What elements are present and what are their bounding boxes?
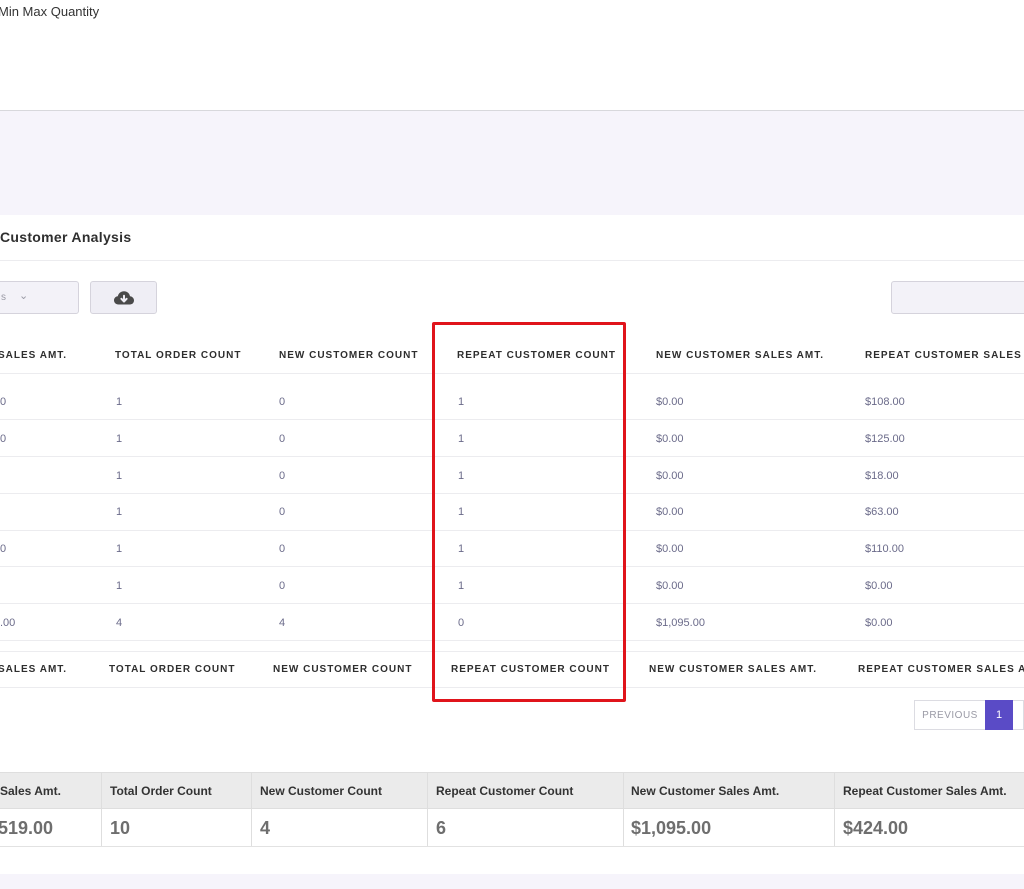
- chevron-down-icon: ⌄: [19, 290, 29, 302]
- rows-select-value: s: [1, 292, 6, 303]
- table-cell: 1: [116, 470, 123, 482]
- summary-header-new-customer-sales-amt: New Customer Sales Amt.: [631, 784, 780, 798]
- table-cell: 4: [116, 617, 123, 629]
- table-cell: 1: [116, 396, 123, 408]
- table-cell: $0.00: [656, 580, 684, 592]
- table-cell: 0: [279, 543, 286, 555]
- table-cell: $63.00: [865, 506, 899, 518]
- divider: [0, 846, 1024, 847]
- table-cell: 0: [0, 433, 7, 445]
- table-cell: 4: [279, 617, 286, 629]
- divider: [834, 772, 835, 847]
- table-cell: $18.00: [865, 470, 899, 482]
- divider: [427, 772, 428, 847]
- table-cell: 1: [116, 580, 123, 592]
- summary-header-repeat-customer-count: Repeat Customer Count: [436, 784, 574, 798]
- divider: [251, 772, 252, 847]
- table-cell: $125.00: [865, 433, 905, 445]
- cloud-download-icon: [113, 290, 134, 304]
- summary-value-repeat-customer-count: 6: [436, 818, 447, 838]
- table-cell: 0: [279, 396, 286, 408]
- table-cell: 0: [0, 396, 7, 408]
- table-cell: 0: [0, 543, 7, 555]
- table-cell: $0.00: [656, 506, 684, 518]
- summary-header-sales-amt: Sales Amt.: [0, 784, 61, 798]
- previous-page-button[interactable]: PREVIOUS: [914, 700, 985, 730]
- filter-band: [0, 111, 1024, 215]
- column-header-new-customer-sales-amt[interactable]: NEW CUSTOMER SALES AMT.: [656, 350, 824, 361]
- search-input[interactable]: [891, 281, 1024, 314]
- summary-value-new-customer-count: 4: [260, 818, 271, 838]
- summary-header-new-customer-count: New Customer Count: [260, 784, 383, 798]
- table-cell: 1: [116, 543, 123, 555]
- column-footer-repeat-customer-sales-amt: REPEAT CUSTOMER SALES AM: [858, 664, 1024, 675]
- page-heading: Min Max Quantity: [0, 4, 100, 19]
- footer-band: [0, 874, 1024, 889]
- summary-value-new-customer-sales-amt: $1,095.00: [631, 818, 712, 838]
- column-header-new-customer-count[interactable]: NEW CUSTOMER COUNT: [279, 350, 418, 361]
- table-cell: .00: [0, 617, 16, 629]
- column-header-repeat-customer-sales-amt[interactable]: REPEAT CUSTOMER SALES A: [865, 350, 1024, 361]
- divider: [0, 260, 1024, 261]
- summary-value-total-order-count: 10: [110, 818, 131, 838]
- table-cell: $108.00: [865, 396, 905, 408]
- table-cell: $110.00: [865, 543, 904, 555]
- table-cell: 0: [279, 470, 286, 482]
- highlight-box: [432, 322, 626, 702]
- download-button[interactable]: [90, 281, 157, 314]
- summary-value-repeat-customer-sales-amt: $424.00: [843, 818, 909, 838]
- table-cell: $0.00: [656, 543, 684, 555]
- table-cell: 1: [116, 506, 123, 518]
- section-title: Customer Analysis: [0, 229, 132, 245]
- column-footer-total-order-count: TOTAL ORDER COUNT: [109, 664, 236, 675]
- table-cell: 0: [279, 506, 286, 518]
- table-cell: 0: [279, 433, 286, 445]
- next-page-button[interactable]: [1013, 700, 1024, 730]
- column-footer-sales-amt: SALES AMT.: [0, 664, 68, 675]
- table-cell: $0.00: [865, 580, 893, 592]
- table-cell: 0: [279, 580, 286, 592]
- table-cell: $0.00: [656, 396, 684, 408]
- rows-select[interactable]: s ⌄: [0, 281, 79, 314]
- divider: [623, 772, 624, 847]
- summary-header-total-order-count: Total Order Count: [110, 784, 212, 798]
- column-footer-new-customer-sales-amt: NEW CUSTOMER SALES AMT.: [649, 664, 818, 675]
- column-header-sales-amt[interactable]: SALES AMT.: [0, 350, 67, 361]
- column-header-total-order-count[interactable]: TOTAL ORDER COUNT: [115, 350, 241, 361]
- table-cell: $0.00: [865, 617, 893, 629]
- table-cell: $1,095.00: [656, 617, 705, 629]
- column-footer-new-customer-count: NEW CUSTOMER COUNT: [273, 664, 413, 675]
- page-1-button[interactable]: 1: [985, 700, 1013, 730]
- divider: [101, 772, 102, 847]
- table-cell: $0.00: [656, 433, 684, 445]
- summary-value-sales-amt: 519.00: [0, 818, 54, 838]
- table-cell: 1: [116, 433, 123, 445]
- summary-header-repeat-customer-sales-amt: Repeat Customer Sales Amt.: [843, 784, 1007, 798]
- table-cell: $0.00: [656, 470, 684, 482]
